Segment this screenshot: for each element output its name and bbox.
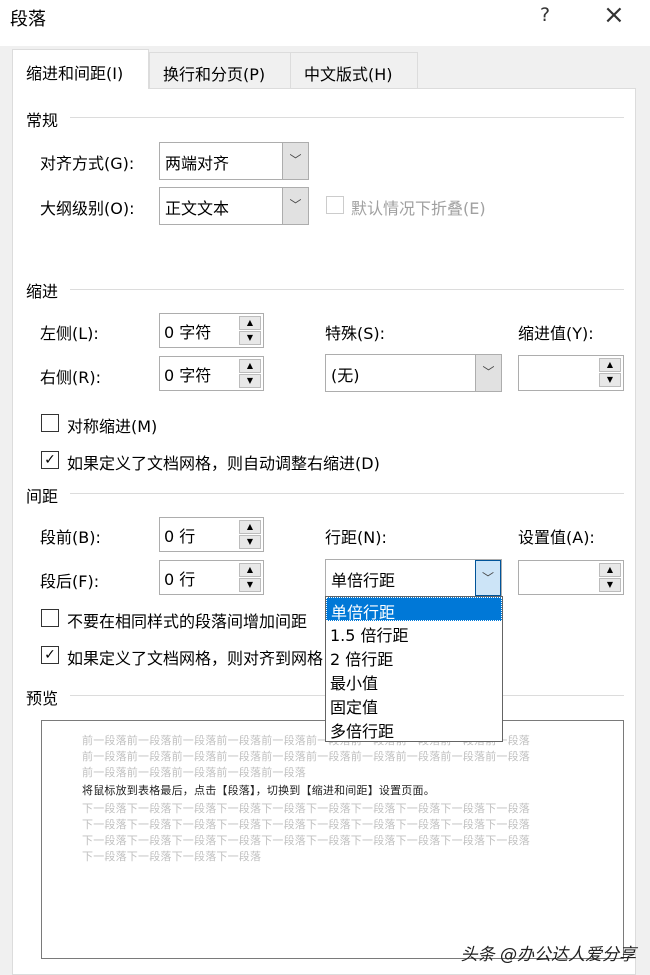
snap-to-grid-checkbox[interactable]: ✓ [41, 646, 59, 664]
help-button[interactable]: ? [540, 4, 550, 26]
line-spacing-label: 行距(N): [325, 528, 387, 547]
close-button[interactable]: × [603, 0, 625, 30]
preview-line: 前一段落前一段落前一段落前一段落前一段落 [82, 766, 306, 779]
line-spacing-value: 单倍行距 [331, 571, 396, 590]
auto-adjust-right-indent-label: 如果定义了文档网格，则自动调整右缩进(D) [67, 454, 380, 473]
spacing-at-label: 设置值(A): [518, 528, 595, 547]
spacing-before-spinner[interactable]: 0 行 ▲ ▼ [159, 517, 264, 552]
spacing-after-spinner[interactable]: 0 行 ▲ ▼ [159, 560, 264, 595]
title-bar: 段落 ? × [0, 0, 650, 46]
spacing-after-label: 段后(F): [40, 572, 100, 591]
option-1-5-lines[interactable]: 1.5 倍行距 [326, 621, 502, 645]
option-double[interactable]: 2 倍行距 [326, 645, 502, 669]
alignment-value: 两端对齐 [165, 154, 230, 173]
option-at-least[interactable]: 最小值 [326, 669, 502, 693]
chevron-down-icon[interactable]: ﹀ [475, 355, 501, 391]
spin-down-icon[interactable]: ▼ [239, 535, 261, 549]
spin-down-icon[interactable]: ▼ [239, 331, 261, 345]
special-value: (无) [331, 366, 360, 385]
indent-by-spinner[interactable]: ▲ ▼ [518, 355, 624, 391]
spacing-before-value: 0 行 [164, 527, 196, 546]
preview-line: 下一段落下一段落下一段落下一段落下一段落下一段落下一段落下一段落下一段落下一段落 [82, 802, 530, 815]
auto-adjust-right-indent-checkbox[interactable]: ✓ [41, 451, 59, 469]
spin-up-icon[interactable]: ▲ [239, 316, 261, 330]
preview-line: 前一段落前一段落前一段落前一段落前一段落前一段落前一段落前一段落前一段落前一段落 [82, 750, 530, 763]
spin-down-icon[interactable]: ▼ [599, 578, 621, 592]
tab-asian-typography[interactable]: 中文版式(H) [290, 52, 418, 89]
section-spacing-heading: 间距 [26, 487, 59, 506]
spacing-at-spinner[interactable]: ▲ ▼ [518, 560, 624, 595]
outline-level-value: 正文文本 [165, 199, 230, 218]
spin-down-icon[interactable]: ▼ [239, 578, 261, 592]
spin-up-icon[interactable]: ▲ [239, 520, 261, 534]
chevron-down-icon[interactable]: ﹀ [282, 188, 308, 224]
option-single[interactable]: 单倍行距 [326, 597, 502, 622]
indent-right-spinner[interactable]: 0 字符 ▲ ▼ [159, 356, 264, 391]
spin-up-icon[interactable]: ▲ [599, 358, 621, 372]
line-spacing-dropdown-list: 单倍行距 1.5 倍行距 2 倍行距 最小值 固定值 多倍行距 [325, 596, 503, 742]
spin-up-icon[interactable]: ▲ [599, 563, 621, 577]
section-indent-heading: 缩进 [26, 282, 59, 301]
chevron-down-icon[interactable]: ﹀ [282, 143, 308, 179]
option-exactly[interactable]: 固定值 [326, 693, 502, 717]
divider [70, 493, 624, 494]
indent-right-label: 右侧(R): [40, 368, 101, 387]
chevron-down-icon[interactable]: ﹀ [475, 560, 501, 596]
outline-level-select[interactable]: 正文文本 ﹀ [159, 187, 309, 225]
preview-current-paragraph: 将鼠标放到表格最后，点击【段落】，切换到【缩进和间距】设置页面。 [82, 784, 435, 797]
preview-line: 下一段落下一段落下一段落下一段落下一段落下一段落下一段落下一段落下一段落下一段落 [82, 834, 530, 847]
alignment-label: 对齐方式(G): [40, 154, 135, 173]
indent-left-label: 左侧(L): [40, 324, 99, 343]
indent-by-label: 缩进值(Y): [518, 324, 594, 343]
tab-line-page-breaks[interactable]: 换行和分页(P) [149, 52, 291, 89]
mirror-indents-label: 对称缩进(M) [67, 417, 158, 436]
alignment-select[interactable]: 两端对齐 ﹀ [159, 142, 309, 180]
tab-indents-spacing[interactable]: 缩进和间距(I) [12, 49, 149, 89]
snap-to-grid-label: 如果定义了文档网格，则对齐到网格 [67, 649, 324, 668]
collapse-label: 默认情况下折叠(E) [351, 199, 486, 218]
outline-level-label: 大纲级别(O): [40, 199, 135, 218]
dialog-title: 段落 [10, 9, 46, 30]
spacing-after-value: 0 行 [164, 570, 196, 589]
mirror-indents-checkbox[interactable] [41, 414, 59, 432]
preview-line: 下一段落下一段落下一段落下一段落下一段落下一段落下一段落下一段落下一段落下一段落 [82, 818, 530, 831]
spin-down-icon[interactable]: ▼ [599, 373, 621, 387]
collapse-checkbox [326, 196, 344, 214]
section-preview-heading: 预览 [26, 689, 59, 708]
spin-down-icon[interactable]: ▼ [239, 374, 261, 388]
line-spacing-select[interactable]: 单倍行距 ﹀ [325, 559, 502, 597]
spin-up-icon[interactable]: ▲ [239, 563, 261, 577]
no-space-same-style-checkbox[interactable] [41, 609, 59, 627]
indent-right-value: 0 字符 [164, 366, 212, 385]
indent-left-value: 0 字符 [164, 323, 212, 342]
option-multiple[interactable]: 多倍行距 [326, 717, 502, 741]
spacing-before-label: 段前(B): [40, 528, 101, 547]
watermark: 头条 @办公达人爱分享 [460, 945, 636, 965]
special-label: 特殊(S): [325, 324, 386, 343]
preview-box: 前一段落前一段落前一段落前一段落前一段落前一段落前一段落前一段落前一段落前一段落… [41, 720, 624, 959]
no-space-same-style-label: 不要在相同样式的段落间增加间距 [67, 612, 308, 631]
divider [70, 289, 624, 290]
preview-line: 下一段落下一段落下一段落下一段落 [82, 850, 262, 863]
section-general-heading: 常规 [26, 111, 59, 130]
indent-left-spinner[interactable]: 0 字符 ▲ ▼ [159, 313, 264, 348]
spin-up-icon[interactable]: ▲ [239, 359, 261, 373]
special-select[interactable]: (无) ﹀ [325, 354, 502, 392]
divider [70, 117, 624, 118]
